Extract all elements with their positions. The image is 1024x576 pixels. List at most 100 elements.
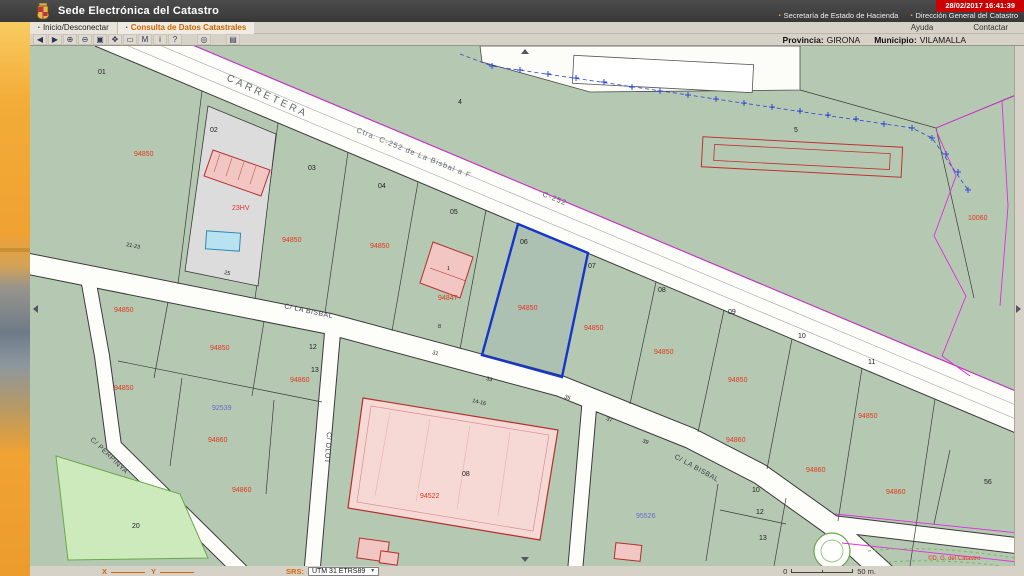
bullet-icon: ▪ [126,25,128,31]
tab-bar: ▪ Inicio/Desconectar ▪ Consulta de Datos… [30,22,1024,34]
tab-bar-right: Ayuda Contactar [911,23,1008,32]
pan-down-arrow[interactable] [521,557,529,562]
map-label: 94850 [210,345,230,352]
locate-button[interactable]: ◎ [197,34,211,45]
spain-coat-of-arms-icon [36,3,50,20]
map-label: 94850 [282,237,302,244]
measure-button[interactable]: M [138,34,152,45]
zoom-extent-button[interactable]: ▭ [123,34,137,45]
scale-label: 50 m. [857,567,876,576]
map-label: 10 [798,333,806,340]
map-label: 94850 [370,243,390,250]
sede-catastro-app: { "header": { "title": "Sede Electrónica… [0,0,1024,576]
municipio-value: VILAMALLA [920,35,966,45]
map-label: 20 [132,523,140,530]
map-label: 94850 [584,325,604,332]
info-button[interactable]: i [153,34,167,45]
map-label: 10 [752,487,760,494]
forward-button[interactable]: ▶ [48,34,62,45]
bullet-icon: ▪ [38,25,40,31]
zoom-in-button[interactable]: ⊕ [63,34,77,45]
coordinate-y-label: Y [151,567,156,576]
map-label: 94860 [726,437,746,444]
pan-up-arrow[interactable] [521,49,529,54]
status-bar: X Y SRS: UTM 31 ETRS89 ▼ 0 50 m. [30,566,1024,576]
cadastral-map: CARRETERACtra. C-252 de La Bisbal a FC-2… [30,46,1014,566]
map-toolbar: ◀▶⊕⊖▣✥▭Mi? ◎ ▤ Provincia:GIRONA Municipio:V… [30,34,1024,46]
srs-label: SRS: [286,567,304,576]
pan-button[interactable]: ✥ [108,34,122,45]
map-label: 94860 [290,377,310,384]
map-label: 5 [794,127,798,134]
map-label: 94850 [134,151,154,158]
coordinate-x-value [111,572,145,573]
map-label: 92539 [212,405,232,412]
bullet-icon: ▪ [910,13,912,19]
municipio-label: Municipio: [874,35,917,45]
map-label: 02 [210,127,218,134]
map-label: 25 [224,270,231,277]
map-label: 08 [658,287,666,294]
map-label: 1 [447,266,450,272]
map-label: ©D. G. del Catastro [928,555,981,562]
scale-line [791,569,853,573]
pan-left-arrow[interactable] [33,305,38,313]
toolbar-buttons: ◀▶⊕⊖▣✥▭Mi? ◎ ▤ [33,34,241,46]
zoom-out-button[interactable]: ⊖ [78,34,92,45]
map-label: 10060 [968,215,988,222]
small-building [614,543,642,562]
pool [205,231,240,251]
sidebar-divider [0,248,30,252]
map-label: 08 [462,471,470,478]
cadastral-map-viewport[interactable]: CARRETERACtra. C-252 de La Bisbal a FC-2… [30,46,1014,566]
map-label: 05 [450,209,458,216]
pan-right-arrow[interactable] [1016,305,1021,313]
tab-inicio-desconectar[interactable]: ▪ Inicio/Desconectar [30,22,118,34]
link-secretaria[interactable]: ▪Secretaría de Estado de Hacienda [779,11,899,20]
map-label: 12 [309,344,317,351]
map-label: 94860 [208,437,228,444]
srs-select[interactable]: UTM 31 ETRS89 ▼ [308,567,379,576]
map-label: 94850 [114,307,134,314]
map-label: 94850 [858,413,878,420]
map-label: 09 [728,309,736,316]
coordinate-y-value [160,572,194,573]
help-link[interactable]: Ayuda [911,23,934,32]
map-label: 01 [98,69,106,76]
link-dgc[interactable]: ▪Dirección General del Catastro [910,11,1018,20]
map-label: 94522 [420,493,440,500]
page-title: Sede Electrónica del Catastro [58,5,219,17]
map-label: 07 [588,263,596,270]
zoom-window-button[interactable]: ▣ [93,34,107,45]
map-label: 11 [868,359,875,366]
map-label: 56 [984,479,992,486]
scale-bar: 0 50 m. [783,567,876,576]
contact-link[interactable]: Contactar [973,23,1008,32]
tab-consulta-datos-catastrales[interactable]: ▪ Consulta de Datos Catastrales [118,22,255,34]
back-button[interactable]: ◀ [33,34,47,45]
map-label: 04 [378,183,386,190]
map-label: 06 [520,239,528,246]
map-label: 12 [756,509,764,516]
sidebar-image [0,22,30,576]
map-label: 8 [438,324,441,330]
map-label: 94860 [886,489,906,496]
map-label: 94860 [806,467,826,474]
header-links: ▪Secretaría de Estado de Hacienda ▪Direc… [779,11,1019,20]
print-button[interactable]: ▤ [226,34,240,45]
map-label: 13 [759,535,767,542]
help-button[interactable]: ? [168,34,182,45]
roundabout [814,533,850,566]
map-label: 94850 [518,305,538,312]
coordinate-x-label: X [102,567,107,576]
map-label: 95526 [636,513,656,520]
map-label: 94850 [654,349,674,356]
chevron-down-icon: ▼ [370,568,375,574]
map-label: 94847 [438,295,458,302]
map-label: 94850 [728,377,748,384]
small-building [379,551,398,565]
province-value: GIRONA [827,35,861,45]
province-label: Provincia: [783,35,824,45]
map-label: 4 [458,99,462,106]
title-bar: Sede Electrónica del Catastro 28/02/2017… [0,0,1024,22]
